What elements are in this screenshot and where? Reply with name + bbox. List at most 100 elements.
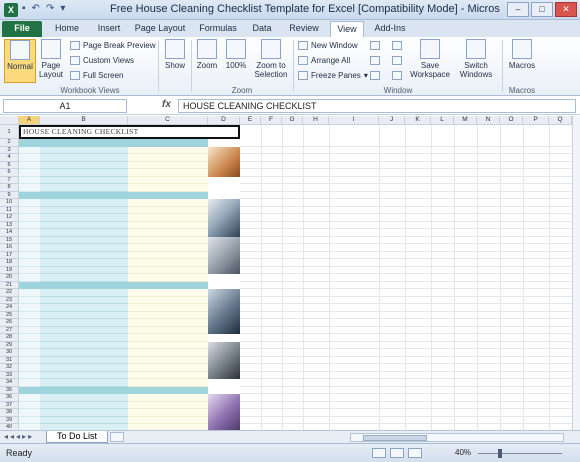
column-header[interactable]: B (40, 116, 128, 125)
row-header[interactable]: 26 (0, 319, 19, 327)
task-cell[interactable] (40, 349, 128, 357)
column-header[interactable]: J (379, 116, 405, 125)
task-check-cell[interactable] (19, 229, 40, 237)
row-header[interactable]: 10 (0, 199, 19, 207)
notes-cell[interactable] (128, 409, 208, 417)
notes-cell[interactable] (128, 334, 208, 342)
notes-cell[interactable] (128, 416, 208, 424)
task-cell[interactable] (40, 146, 128, 154)
custom-views-button[interactable]: Custom Views (70, 56, 134, 65)
task-cell[interactable] (40, 379, 128, 387)
column-header[interactable]: Q (549, 116, 572, 125)
task-cell[interactable] (40, 364, 128, 372)
task-check-cell[interactable] (19, 319, 40, 327)
zoom-button[interactable]: Zoom (194, 39, 220, 83)
row-header[interactable]: 32 (0, 364, 19, 372)
column-header[interactable]: D (208, 116, 240, 125)
notes-cell[interactable] (128, 244, 208, 252)
task-check-cell[interactable] (19, 176, 40, 184)
task-check-cell[interactable] (19, 326, 40, 334)
notes-cell[interactable] (128, 184, 208, 192)
row-header[interactable]: 17 (0, 251, 19, 259)
task-cell[interactable] (40, 356, 128, 364)
zoom-slider-knob[interactable] (498, 449, 502, 458)
task-cell[interactable] (40, 154, 128, 162)
task-check-cell[interactable] (19, 289, 40, 297)
task-check-cell[interactable] (19, 221, 40, 229)
column-header[interactable]: E (240, 116, 261, 125)
tab-page-layout[interactable]: Page Layout (134, 21, 186, 37)
notes-cell[interactable] (128, 401, 208, 409)
row-header[interactable]: 1 (0, 125, 19, 139)
task-check-cell[interactable] (19, 371, 40, 379)
full-screen-button[interactable]: Full Screen (70, 71, 123, 80)
split-button[interactable] (370, 41, 380, 50)
task-check-cell[interactable] (19, 409, 40, 417)
task-check-cell[interactable] (19, 206, 40, 214)
insert-function-icon[interactable]: fx (162, 99, 171, 110)
task-cell[interactable] (40, 214, 128, 222)
column-header[interactable]: C (128, 116, 208, 125)
zoom-to-selection-button[interactable]: Zoom to Selection (252, 39, 290, 83)
task-cell[interactable] (40, 274, 128, 282)
notes-cell[interactable] (128, 161, 208, 169)
tab-add-ins[interactable]: Add-Ins (370, 21, 410, 37)
task-check-cell[interactable] (19, 341, 40, 349)
task-check-cell[interactable] (19, 401, 40, 409)
row-header[interactable]: 12 (0, 214, 19, 222)
task-check-cell[interactable] (19, 296, 40, 304)
name-box[interactable]: A1 (3, 99, 127, 113)
task-check-cell[interactable] (19, 251, 40, 259)
tab-data[interactable]: Data (248, 21, 276, 37)
tab-home[interactable]: Home (50, 21, 84, 37)
worksheet-grid[interactable]: A B C D E F G H I J K L M N O P Q 123456… (0, 116, 572, 430)
task-cell[interactable] (40, 176, 128, 184)
task-check-cell[interactable] (19, 214, 40, 222)
minimize-icon[interactable]: – (507, 2, 529, 17)
notes-cell[interactable] (128, 319, 208, 327)
task-cell[interactable] (40, 221, 128, 229)
notes-cell[interactable] (128, 394, 208, 402)
row-header[interactable]: 11 (0, 206, 19, 214)
notes-cell[interactable] (128, 259, 208, 267)
notes-cell[interactable] (128, 199, 208, 207)
notes-cell[interactable] (128, 371, 208, 379)
task-cell[interactable] (40, 289, 128, 297)
tab-insert[interactable]: Insert (92, 21, 126, 37)
task-cell[interactable] (40, 259, 128, 267)
zoom-level[interactable]: 40% (455, 448, 471, 457)
task-check-cell[interactable] (19, 349, 40, 357)
task-cell[interactable] (40, 161, 128, 169)
row-header[interactable]: 5 (0, 161, 19, 169)
task-cell[interactable] (40, 311, 128, 319)
notes-cell[interactable] (128, 229, 208, 237)
show-button[interactable]: Show (162, 39, 188, 83)
redo-icon[interactable]: ↷ (46, 3, 54, 14)
task-check-cell[interactable] (19, 259, 40, 267)
horizontal-scroll-thumb[interactable] (363, 435, 427, 441)
task-cell[interactable] (40, 416, 128, 424)
row-header[interactable]: 9 (0, 191, 19, 199)
task-cell[interactable] (40, 199, 128, 207)
task-cell[interactable] (40, 394, 128, 402)
task-check-cell[interactable] (19, 146, 40, 154)
tab-review[interactable]: Review (286, 21, 322, 37)
zoom-slider[interactable] (478, 453, 562, 454)
row-header[interactable]: 27 (0, 326, 19, 334)
new-window-button[interactable]: New Window (298, 41, 358, 50)
task-cell[interactable] (40, 304, 128, 312)
row-header[interactable]: 36 (0, 394, 19, 402)
row-header[interactable]: 13 (0, 221, 19, 229)
notes-cell[interactable] (128, 251, 208, 259)
notes-cell[interactable] (128, 221, 208, 229)
task-cell[interactable] (40, 236, 128, 244)
row-header[interactable]: 23 (0, 296, 19, 304)
notes-cell[interactable] (128, 154, 208, 162)
reset-window-position-button[interactable] (392, 71, 402, 80)
qat-dropdown-icon[interactable]: ▾ (60, 3, 65, 14)
row-header[interactable]: 28 (0, 334, 19, 342)
row-header[interactable]: 29 (0, 341, 19, 349)
undo-icon[interactable]: ↶ (32, 3, 40, 14)
task-cell[interactable] (40, 244, 128, 252)
row-header[interactable]: 39 (0, 416, 19, 424)
